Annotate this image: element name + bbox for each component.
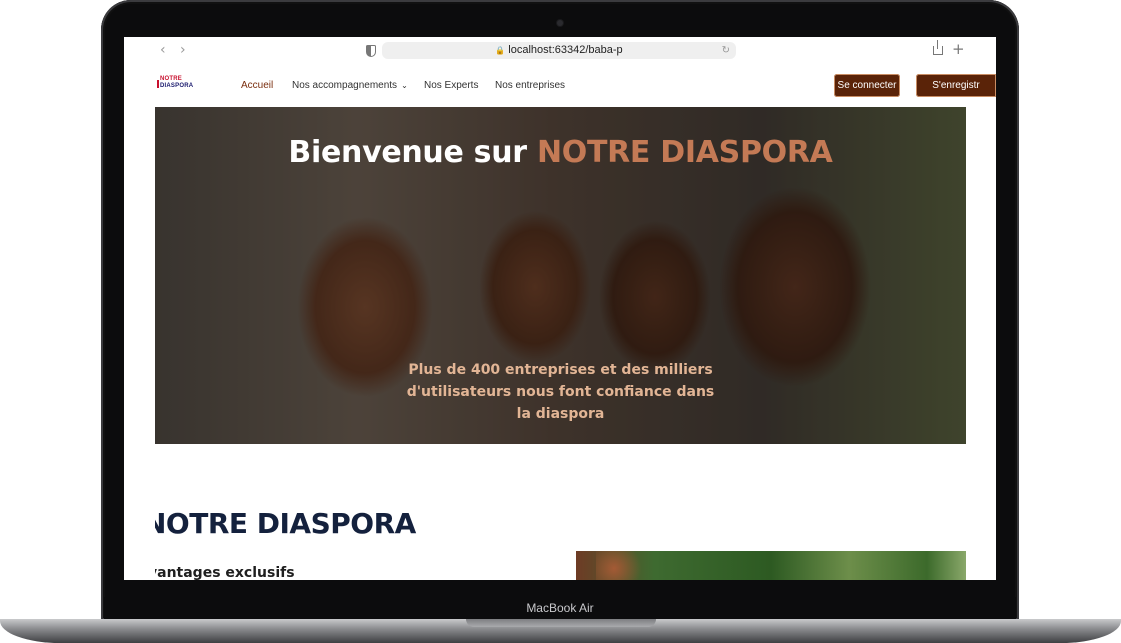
nav-accompagnements[interactable]: Nos accompagnements ⌄ (292, 80, 408, 91)
site-navbar: NOTRE DIASPORA Accueil Nos accompagnemen… (124, 65, 996, 107)
url-text: localhost:63342/baba-p (508, 44, 623, 56)
nav-entreprises[interactable]: Nos entreprises (495, 80, 565, 91)
site-logo[interactable]: NOTRE DIASPORA (157, 76, 197, 98)
camera-icon (557, 20, 563, 26)
lock-icon: 🔒 (495, 46, 506, 55)
logo-line2: DIASPORA (160, 83, 194, 89)
nav-accompagnements-label: Nos accompagnements (292, 80, 398, 91)
logo-mark (157, 80, 159, 88)
section-title-text: NOTRE DIASPORA (155, 507, 416, 540)
nav-experts[interactable]: Nos Experts (424, 80, 478, 91)
browser-toolbar: ‹ › 🔒 localhost:63342/baba-p ↻ + (124, 37, 996, 65)
address-bar[interactable]: 🔒 localhost:63342/baba-p ↻ (382, 42, 736, 59)
nav-accueil[interactable]: Accueil (241, 80, 273, 91)
forward-icon[interactable]: › (180, 42, 186, 58)
hero-subtitle: Plus de 400 entreprises et des milliers … (406, 362, 715, 422)
new-tab-icon[interactable]: + (952, 40, 965, 58)
laptop-chin: MacBook Air (104, 597, 1016, 619)
login-button[interactable]: Se connecter (834, 74, 900, 97)
reload-icon[interactable]: ↻ (722, 42, 730, 59)
hero-title-prefix: Bienvenue sur (288, 135, 537, 170)
screen: ‹ › 🔒 localhost:63342/baba-p ↻ + NOTRE DI… (124, 37, 996, 580)
logo-line1: NOTRE (160, 76, 182, 82)
register-button[interactable]: S'enregistr (916, 74, 996, 97)
laptop-notch (466, 619, 656, 627)
chevron-down-icon: ⌄ (401, 81, 408, 90)
section-subtitle-text: vantages exclusifs (155, 565, 295, 580)
hero-title: Bienvenue sur NOTRE DIASPORA (155, 135, 966, 170)
hero-title-accent: NOTRE DIASPORA (536, 135, 833, 170)
section-title: NOTRE DIASPORA (155, 507, 455, 547)
hero-banner: Bienvenue sur NOTRE DIASPORA Plus de 400… (155, 107, 966, 444)
back-icon[interactable]: ‹ (160, 42, 166, 58)
section-photo (576, 551, 966, 580)
share-icon[interactable] (933, 40, 943, 55)
shield-icon[interactable] (366, 45, 376, 57)
section-subtitle: vantages exclusifs (155, 565, 355, 580)
